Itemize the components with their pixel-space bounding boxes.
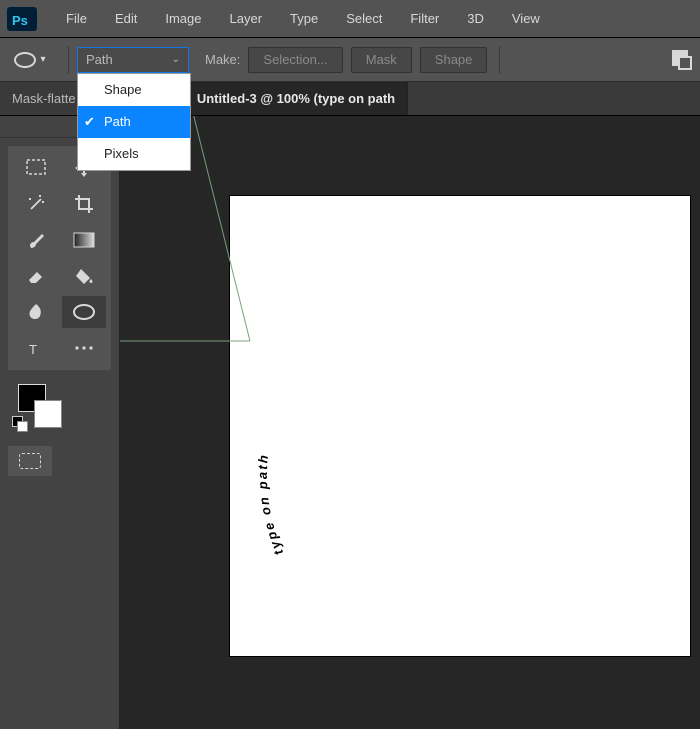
tool-mode-option-path[interactable]: ✔ Path: [78, 106, 190, 138]
tool-preset-picker[interactable]: ▾: [8, 46, 52, 74]
tools-grid: T: [8, 146, 111, 370]
menu-3d[interactable]: 3D: [453, 0, 498, 38]
separator: [68, 46, 69, 74]
gradient-tool[interactable]: [62, 224, 106, 256]
quick-mask-icon: [19, 453, 41, 469]
tool-mode-value: Path: [86, 52, 113, 67]
default-colors-icon[interactable]: [12, 416, 28, 432]
smudge-tool[interactable]: [14, 296, 58, 328]
tool-mode-option-pixels[interactable]: Pixels: [78, 138, 190, 170]
app-logo-icon: Ps: [6, 6, 38, 32]
brush-tool[interactable]: [14, 224, 58, 256]
tab-label: Untitled-3 @ 100% (type on path: [197, 91, 395, 106]
separator: [499, 46, 500, 74]
type-tool[interactable]: T: [14, 332, 58, 364]
menu-file[interactable]: File: [52, 0, 101, 38]
document-tab[interactable]: Mask-flatte: [0, 82, 89, 115]
menu-image[interactable]: Image: [151, 0, 215, 38]
svg-text:type on path: type on path: [255, 453, 286, 558]
paint-bucket-tool[interactable]: [62, 260, 106, 292]
quick-mask-toggle[interactable]: [8, 446, 52, 476]
more-tools[interactable]: [62, 332, 106, 364]
menu-filter[interactable]: Filter: [396, 0, 453, 38]
tab-label: Mask-flatte: [12, 91, 76, 106]
tool-mode-option-shape[interactable]: Shape: [78, 74, 190, 106]
document-canvas[interactable]: type on path: [230, 196, 690, 656]
document-tab-active[interactable]: Untitled-3 @ 100% (type on path: [185, 82, 408, 115]
make-shape-button[interactable]: Shape: [420, 47, 488, 73]
make-selection-button[interactable]: Selection...: [248, 47, 342, 73]
svg-text:Ps: Ps: [12, 13, 28, 28]
marquee-tool[interactable]: [14, 152, 58, 184]
type-on-path-text: type on path: [230, 196, 690, 656]
options-bar: ▾ Path ⌄ Shape ✔ Path Pixels Make: Selec…: [0, 38, 700, 82]
menu-select[interactable]: Select: [332, 0, 396, 38]
check-icon: ✔: [84, 114, 95, 130]
path-text-content: type on path: [255, 453, 286, 558]
svg-text:T: T: [29, 342, 37, 357]
tool-mode-dropdown[interactable]: Path ⌄ Shape ✔ Path Pixels: [77, 47, 189, 73]
chevron-down-icon: ▾: [40, 54, 45, 65]
main-menubar: Ps File Edit Image Layer Type Select Fil…: [0, 0, 700, 38]
make-mask-button[interactable]: Mask: [351, 47, 412, 73]
chevron-down-icon: ⌄: [172, 54, 180, 65]
menu-edit[interactable]: Edit: [101, 0, 151, 38]
magic-wand-tool[interactable]: [14, 188, 58, 220]
color-swatches[interactable]: [8, 382, 111, 438]
ellipse-icon: [14, 52, 36, 68]
menu-items: File Edit Image Layer Type Select Filter…: [52, 0, 554, 38]
make-label: Make:: [205, 52, 240, 67]
background-color-swatch[interactable]: [34, 400, 62, 428]
menu-type[interactable]: Type: [276, 0, 332, 38]
menu-layer[interactable]: Layer: [216, 0, 277, 38]
ellipse-shape-tool[interactable]: [62, 296, 106, 328]
options-right-group: [672, 50, 692, 70]
tool-mode-options-list: Shape ✔ Path Pixels: [77, 73, 191, 171]
menu-view[interactable]: View: [498, 0, 554, 38]
eraser-tool[interactable]: [14, 260, 58, 292]
path-operations-icon[interactable]: [672, 50, 692, 70]
crop-tool[interactable]: [62, 188, 106, 220]
canvas-viewport[interactable]: type on path: [120, 116, 700, 729]
tools-panel: « ≡: [0, 116, 120, 729]
workspace: « ≡: [0, 116, 700, 729]
